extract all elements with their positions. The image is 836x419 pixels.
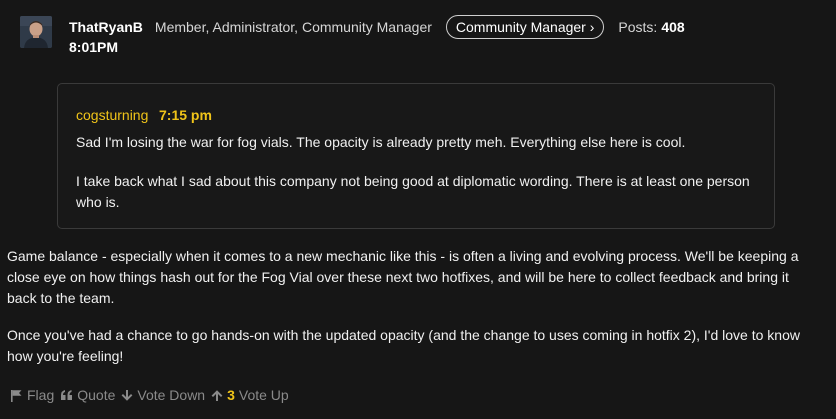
quote-button[interactable]: Quote — [60, 387, 115, 403]
post-timestamp: 8:01PM — [69, 39, 119, 55]
quote-icon — [61, 390, 73, 400]
post-body-paragraph: Once you've had a chance to go hands-on … — [7, 327, 800, 364]
quote-author[interactable]: cogsturning — [76, 107, 148, 123]
vote-down-label: Vote Down — [137, 387, 206, 403]
post-header: ThatRyanB Member, Administrator, Communi… — [69, 15, 685, 39]
arrow-up-icon — [211, 389, 223, 401]
vote-count: 3 — [227, 387, 235, 403]
post-actions: Flag Quote Vote Down 3 Vote Up — [10, 387, 295, 403]
avatar-image — [20, 16, 52, 48]
quote-block: cogsturning 7:15 pm Sad I'm losing the w… — [57, 83, 775, 229]
posts-label: Posts: — [618, 19, 658, 35]
flag-icon — [11, 389, 22, 402]
vote-up-label: Vote Up — [238, 387, 289, 403]
avatar[interactable] — [20, 16, 52, 48]
quote-paragraph: Sad I'm losing the war for fog vials. Th… — [76, 134, 686, 150]
post-body-paragraph: Game balance - especially when it comes … — [7, 248, 799, 306]
flag-button[interactable]: Flag — [10, 387, 54, 403]
posts-count: 408 — [661, 19, 685, 35]
flag-label: Flag — [27, 387, 55, 403]
author-username[interactable]: ThatRyanB — [69, 19, 143, 35]
quote-paragraph: I take back what I sad about this compan… — [76, 173, 750, 210]
quote-label: Quote — [77, 387, 116, 403]
vote-up-button[interactable]: 3 Vote Up — [211, 387, 289, 403]
arrow-down-icon — [121, 389, 133, 401]
vote-down-button[interactable]: Vote Down — [121, 387, 205, 403]
author-roles: Member, Administrator, Community Manager — [154, 19, 432, 35]
forum-post: ThatRyanB Member, Administrator, Communi… — [0, 0, 836, 419]
quote-time: 7:15 pm — [159, 107, 212, 123]
role-badge-button[interactable]: Community Manager › — [445, 15, 605, 39]
